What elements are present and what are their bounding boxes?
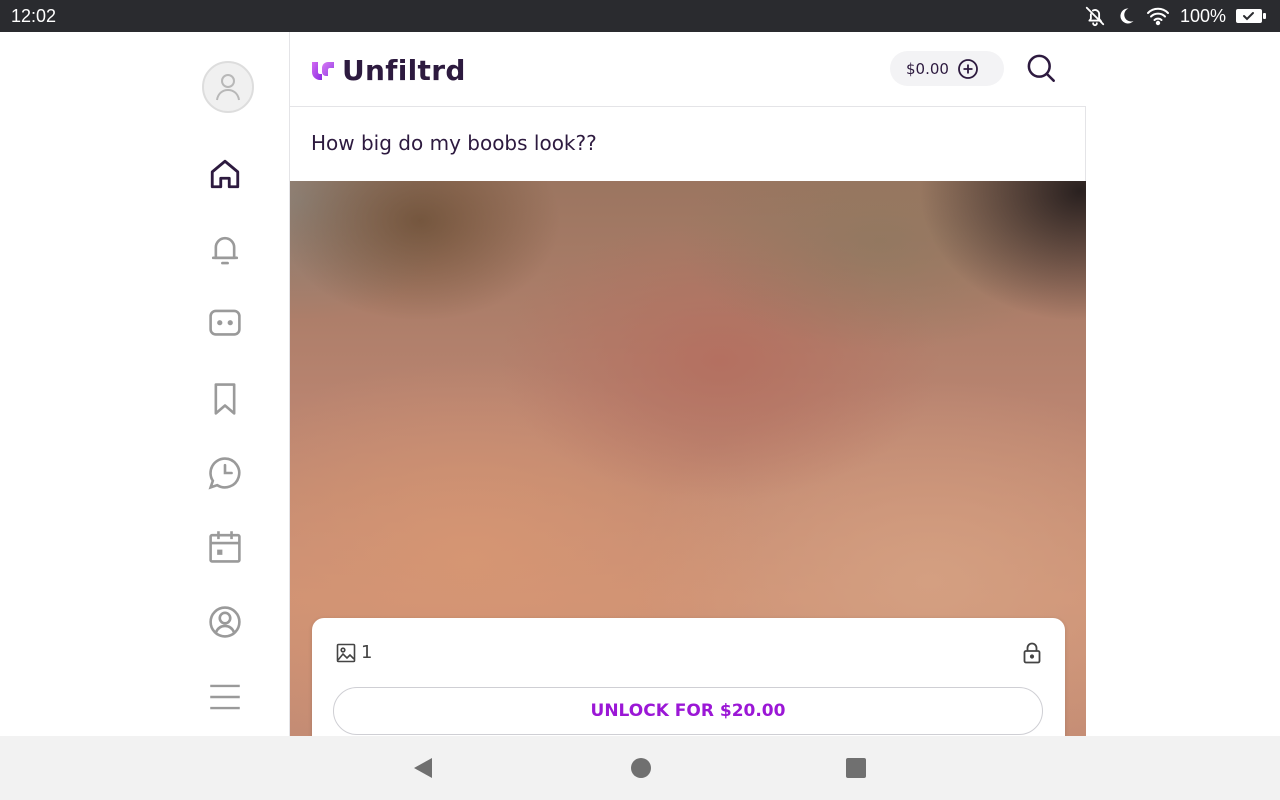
wifi-icon <box>1146 7 1169 26</box>
sidebar-item-menu[interactable] <box>207 679 243 715</box>
main-content: Unfiltrd $0.00 How big do my boobs look?… <box>290 32 1086 736</box>
unlock-card: 1 UNLOCK FOR $20.00 <box>312 618 1065 736</box>
sidebar-item-history[interactable] <box>207 455 243 491</box>
unlock-button-label: UNLOCK FOR $20.00 <box>590 701 786 721</box>
sidebar-item-messages[interactable] <box>207 306 243 342</box>
recents-square-icon <box>846 758 866 778</box>
system-nav-bar <box>0 736 1280 800</box>
battery-percent: 100% <box>1179 5 1226 26</box>
home-circle-icon <box>631 758 651 778</box>
post-caption: How big do my boobs look?? <box>311 131 597 155</box>
search-button[interactable] <box>1025 52 1057 84</box>
balance-value: $0.00 <box>906 59 949 78</box>
status-bar: 12:02 100% <box>0 0 1280 32</box>
status-time: 12:02 <box>11 6 57 26</box>
home-button[interactable] <box>629 756 653 780</box>
recents-button[interactable] <box>844 756 868 780</box>
sidebar-item-notifications[interactable] <box>207 232 243 268</box>
add-circle-icon <box>958 58 978 79</box>
unfiltrd-logo-icon <box>312 61 334 80</box>
bookmark-icon <box>214 383 236 415</box>
post-caption-row: How big do my boobs look?? <box>290 107 1086 181</box>
post-media-blurred[interactable]: 1 UNLOCK FOR $20.00 <box>290 181 1086 736</box>
top-header: Unfiltrd $0.00 <box>290 32 1086 107</box>
bell-icon <box>211 236 239 265</box>
sidebar-item-home[interactable] <box>207 156 243 192</box>
profile-avatar[interactable] <box>202 61 254 113</box>
brand-name: Unfiltrd <box>342 54 466 87</box>
lock-status <box>1021 642 1043 664</box>
notifications-off-icon <box>1085 6 1105 27</box>
calendar-icon <box>209 531 241 563</box>
unlock-button[interactable]: UNLOCK FOR $20.00 <box>333 687 1043 735</box>
lock-icon <box>1023 642 1041 664</box>
media-count-value: 1 <box>361 642 373 663</box>
sidebar <box>0 32 290 736</box>
hamburger-menu-icon <box>210 684 240 710</box>
search-icon <box>1027 54 1055 82</box>
home-icon <box>210 159 240 189</box>
clock-chat-icon <box>208 457 241 490</box>
chat-icon <box>209 309 241 336</box>
sidebar-item-calendar[interactable] <box>207 529 243 565</box>
sidebar-item-bookmarks[interactable] <box>207 381 243 417</box>
sidebar-item-account[interactable] <box>207 604 243 640</box>
back-triangle-icon <box>414 758 432 778</box>
do-not-disturb-moon-icon <box>1120 8 1134 24</box>
wallet-balance-button[interactable]: $0.00 <box>890 51 1004 86</box>
media-count: 1 <box>336 642 372 663</box>
user-circle-icon <box>209 606 241 638</box>
status-icons: 100% <box>1084 4 1266 28</box>
brand-logo[interactable]: Unfiltrd <box>310 54 466 87</box>
back-button[interactable] <box>411 756 435 780</box>
battery-full-icon <box>1236 9 1266 23</box>
image-icon <box>336 643 356 662</box>
user-avatar-icon <box>216 74 240 101</box>
